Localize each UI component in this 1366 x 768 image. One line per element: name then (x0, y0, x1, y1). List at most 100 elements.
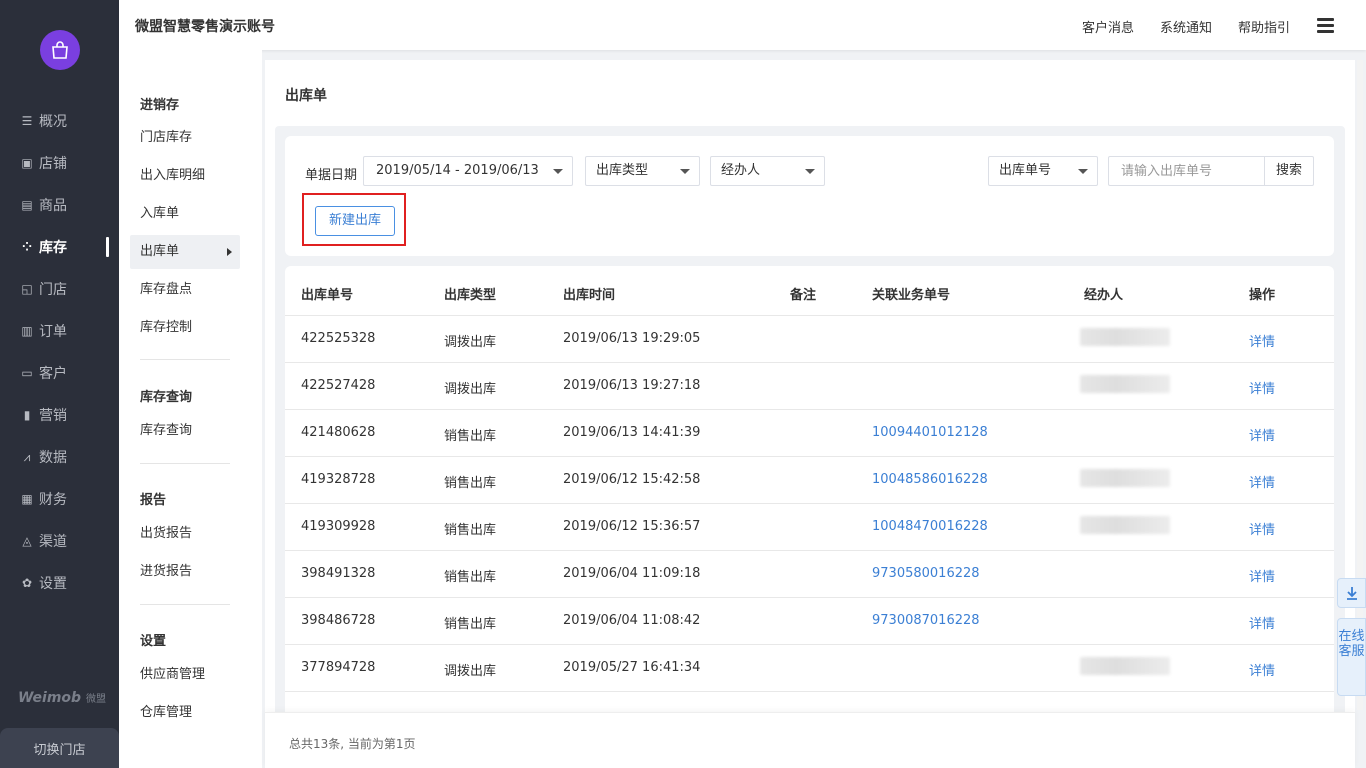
page-scrollbar[interactable] (1357, 60, 1363, 710)
pagination-summary: 总共13条, 当前为第1页 (289, 737, 416, 751)
outbound-time-cell: 2019/05/27 16:41:34 (563, 660, 701, 675)
nav-item-customers[interactable]: ▭ 客户 (0, 352, 119, 394)
hamburger-menu-icon[interactable] (1317, 18, 1334, 33)
nav-item-stores[interactable]: ◱ 门店 (0, 268, 119, 310)
outbound-type-cell: 销售出库 (444, 617, 497, 632)
pagination-footer: 总共13条, 当前为第1页 (265, 712, 1355, 768)
system-notifications-link[interactable]: 系统通知 (1160, 17, 1212, 36)
subnav-item-warehouse-mgmt[interactable]: 仓库管理 (130, 696, 240, 730)
subnav-section-title: 报告 (140, 493, 167, 508)
detail-link[interactable]: 详情 (1249, 378, 1275, 397)
table-row: 377894728 调拨出库 2019/05/27 16:41:34 详情 (285, 644, 1334, 691)
nav-item-marketing[interactable]: ▮ 营销 (0, 394, 119, 436)
outbound-time-cell: 2019/06/04 11:08:42 (563, 613, 701, 628)
outbound-time-cell: 2019/06/13 19:29:05 (563, 331, 701, 346)
online-customer-service-button[interactable]: 在线客服 (1337, 618, 1366, 696)
switch-store-button[interactable]: 切换门店 (0, 728, 119, 768)
related-order-link[interactable]: 10048470016228 (872, 519, 988, 534)
nav-item-label: 概况 (39, 114, 67, 130)
redacted-handler-name (1080, 328, 1170, 346)
outbound-type-cell: 销售出库 (444, 523, 497, 538)
list-icon: ☰ (21, 114, 33, 128)
detail-link[interactable]: 详情 (1249, 331, 1275, 350)
goods-icon: ▤ (21, 198, 33, 212)
column-header: 出库时间 (563, 288, 616, 303)
main-panel: 出库单 单据日期 2019/05/14 - 2019/06/13 出库类型 经办… (265, 60, 1355, 768)
order-icon: ▥ (21, 324, 33, 338)
table-row: 422525328 调拨出库 2019/06/13 19:29:05 详情 (285, 315, 1334, 362)
chevron-down-icon (680, 169, 690, 174)
new-outbound-button[interactable]: 新建出库 (315, 206, 395, 236)
nav-item-label: 库存 (39, 240, 67, 256)
detail-link[interactable]: 详情 (1249, 613, 1275, 632)
subnav-item-shipment-report[interactable]: 出货报告 (130, 517, 240, 551)
nav-item-goods[interactable]: ▤ 商品 (0, 184, 119, 226)
date-range-picker[interactable]: 2019/05/14 - 2019/06/13 (363, 156, 573, 186)
nav-item-orders[interactable]: ▥ 订单 (0, 310, 119, 352)
subnav-section-title: 库存查询 (140, 390, 193, 405)
help-guide-link[interactable]: 帮助指引 (1238, 17, 1290, 36)
subnav-item-stock-query[interactable]: 库存查询 (130, 414, 240, 448)
related-order-link[interactable]: 9730087016228 (872, 613, 980, 628)
nav-item-label: 店铺 (39, 156, 67, 172)
handler-select[interactable]: 经办人 (710, 156, 825, 186)
store-icon: ◱ (21, 282, 33, 296)
search-button[interactable]: 搜索 (1265, 156, 1314, 186)
store-logo-icon[interactable] (40, 30, 80, 70)
column-header: 操作 (1249, 288, 1276, 303)
nav-item-channels[interactable]: ◬ 渠道 (0, 520, 119, 562)
nav-item-finance[interactable]: ▦ 财务 (0, 478, 119, 520)
related-order-link[interactable]: 9730580016228 (872, 566, 980, 581)
outbound-type-cell: 调拨出库 (444, 335, 497, 350)
subnav-item-inout-detail[interactable]: 出入库明细 (130, 159, 240, 193)
order-number-cell: 419309928 (301, 519, 376, 534)
nav-item-label: 订单 (39, 324, 67, 340)
subnav-item-inbound-order[interactable]: 入库单 (130, 197, 240, 231)
related-order-link[interactable]: 10094401012128 (872, 425, 988, 440)
nav-item-inventory[interactable]: ⁘ 库存 (0, 226, 119, 268)
subnav-item-outbound-order[interactable]: 出库单 (130, 235, 240, 269)
table-row: 398491328 销售出库 2019/06/04 11:09:18 97305800… (285, 550, 1334, 597)
nav-item-label: 客户 (39, 366, 67, 382)
subnav-item-purchase-report[interactable]: 进货报告 (130, 555, 240, 589)
detail-link[interactable]: 详情 (1249, 472, 1275, 491)
outbound-time-cell: 2019/06/13 19:27:18 (563, 378, 701, 393)
outbound-time-cell: 2019/06/04 11:09:18 (563, 566, 701, 581)
subnav-item-stocktaking[interactable]: 库存盘点 (130, 273, 240, 307)
nav-item-overview[interactable]: ☰ 概况 (0, 100, 119, 142)
order-number-cell: 398486728 (301, 613, 376, 628)
outbound-type-cell: 销售出库 (444, 570, 497, 585)
order-number-cell: 377894728 (301, 660, 376, 675)
outbound-type-select[interactable]: 出库类型 (585, 156, 700, 186)
detail-link[interactable]: 详情 (1249, 566, 1275, 585)
detail-link[interactable]: 详情 (1249, 519, 1275, 538)
nav-item-label: 设置 (39, 576, 67, 592)
outbound-type-cell: 调拨出库 (444, 664, 497, 679)
outbound-time-cell: 2019/06/12 15:42:58 (563, 472, 701, 487)
subnav-item-supplier-mgmt[interactable]: 供应商管理 (130, 658, 240, 692)
detail-link[interactable]: 详情 (1249, 425, 1275, 444)
outbound-orders-table: 出库单号 出库类型 出库时间 备注 关联业务单号 经办人 操作 42252532… (285, 266, 1334, 768)
table-row: 421480628 销售出库 2019/06/13 14:41:39 10094401… (285, 409, 1334, 456)
column-header: 出库类型 (444, 288, 497, 303)
order-number-search-input[interactable] (1108, 156, 1265, 186)
search-field-select[interactable]: 出库单号 (988, 156, 1098, 186)
marketing-icon: ▮ (23, 408, 31, 422)
customer-messages-link[interactable]: 客户消息 (1082, 17, 1134, 36)
nav-item-data[interactable]: ⩘ 数据 (0, 436, 119, 478)
top-bar: 微盟智慧零售演示账号 客户消息 系统通知 帮助指引 (119, 0, 1366, 50)
nav-item-shop[interactable]: ▣ 店铺 (0, 142, 119, 184)
subnav-item-stock-control[interactable]: 库存控制 (130, 311, 240, 345)
subnav-section-title: 设置 (140, 634, 167, 649)
nav-item-settings[interactable]: ✿ 设置 (0, 562, 119, 604)
redacted-handler-name (1080, 516, 1170, 534)
filter-card: 单据日期 2019/05/14 - 2019/06/13 出库类型 经办人 出库… (285, 136, 1334, 256)
inventory-icon: ⁘ (21, 240, 33, 254)
column-header: 经办人 (1084, 288, 1124, 303)
download-icon[interactable] (1337, 578, 1366, 608)
detail-link[interactable]: 详情 (1249, 660, 1275, 679)
chevron-down-icon (1078, 169, 1088, 174)
related-order-link[interactable]: 10048586016228 (872, 472, 988, 487)
subnav-item-store-stock[interactable]: 门店库存 (130, 121, 240, 155)
chevron-down-icon (553, 169, 563, 174)
